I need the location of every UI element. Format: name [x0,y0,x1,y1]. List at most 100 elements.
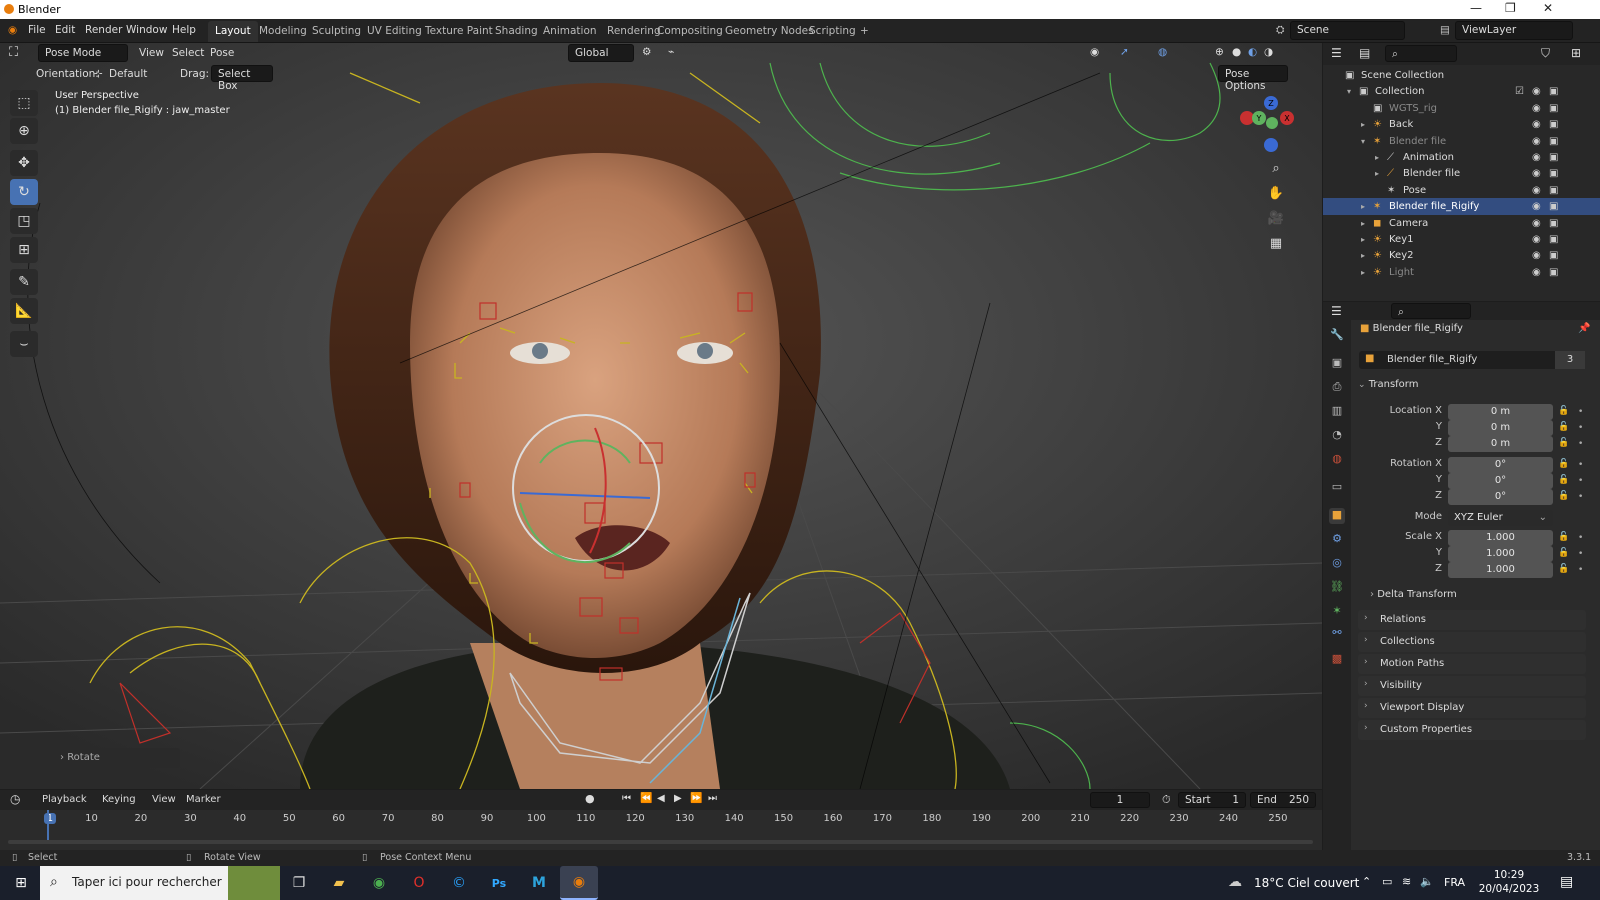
battery-icon[interactable]: ▭ [1382,875,1392,888]
visibility-eye-icon[interactable]: ◉ [1532,185,1541,196]
expand-right-icon[interactable]: ▸ [1361,251,1365,260]
scene-tab-icon[interactable]: ◔ [1329,428,1345,444]
scale-z-field[interactable]: 1.000 [1448,562,1553,578]
lock-icon[interactable]: 🔓 [1558,459,1569,469]
outliner-item-scene-collection[interactable]: ▣ Scene Collection [1323,67,1600,84]
constraint-tab-icon[interactable]: ⛓ [1329,580,1345,596]
render-camera-icon[interactable]: ▣ [1549,234,1558,245]
object-tab-icon[interactable]: ■ [1329,508,1345,524]
preview-range-icon[interactable]: ⏱ [1162,793,1171,807]
menu-help[interactable]: Help [172,24,196,36]
gizmo-toggle-icon[interactable]: ➚ [1120,46,1129,58]
location-x-field[interactable]: 0 m [1448,404,1553,420]
render-camera-icon[interactable]: ▣ [1549,267,1558,278]
workspace-tab-layout[interactable]: Layout [208,21,258,42]
last-operation-panel[interactable]: › Rotate [52,748,180,768]
playhead-line[interactable] [47,810,49,844]
panel-motion-paths[interactable]: › Motion Paths [1358,654,1586,674]
outliner-editor-icon[interactable]: ☰ [1331,46,1342,60]
material-shading-icon[interactable]: ◐ [1248,46,1257,58]
bone-tab-icon[interactable]: ⚯ [1329,626,1345,642]
tool-tab-icon[interactable]: 🔧 [1329,328,1345,344]
expand-right-icon[interactable]: ▸ [1361,235,1365,244]
scene-selector[interactable]: Scene [1290,21,1405,40]
visibility-eye-icon[interactable]: ◉ [1532,86,1541,97]
pivot-icon[interactable]: ⚙ [642,46,651,58]
blender-menu-icon[interactable]: ◉ [8,24,17,36]
pose-options-dropdown[interactable]: Pose Options [1218,65,1288,92]
properties-search-input[interactable]: ⌕ [1391,303,1471,319]
play-reverse-icon[interactable]: ◀ [657,793,665,804]
wireframe-shading-icon[interactable]: ⊕ [1215,46,1224,58]
exclude-checkbox-icon[interactable]: ☑ [1515,86,1524,97]
lock-icon[interactable]: 🔓 [1558,475,1569,485]
network-icon[interactable]: ≋ [1402,875,1411,888]
output-tab-icon[interactable]: ⎙ [1329,380,1345,396]
add-workspace-button[interactable]: + [853,21,876,42]
outliner-search-input[interactable]: ⌕ [1385,45,1457,62]
photoshop-icon[interactable]: Ps [486,871,512,895]
filter-icon[interactable]: ⛉ [1541,46,1550,61]
editor-type-icon[interactable]: ⛶ [9,45,18,60]
tray-chevron-icon[interactable]: ⌃ [1362,875,1371,888]
file-explorer-icon[interactable]: ▰ [326,871,352,895]
windows-start-icon[interactable]: ⊞ [8,871,34,895]
menu-window[interactable]: Window [126,24,167,36]
render-camera-icon[interactable]: ▣ [1549,201,1558,212]
menu-view[interactable]: View [152,794,176,805]
panel-custom-properties[interactable]: › Custom Properties [1358,720,1586,740]
language-indicator[interactable]: FRA [1444,876,1465,889]
panel-relations[interactable]: › Relations [1358,610,1586,630]
menu-edit[interactable]: Edit [55,24,75,36]
keyframe-dot-icon[interactable]: • [1578,423,1583,433]
location-y-field[interactable]: 0 m [1448,420,1553,436]
expand-right-icon[interactable]: ▸ [1361,120,1365,129]
close-icon[interactable]: ✕ [1543,1,1553,15]
lock-icon[interactable]: 🔓 [1558,548,1569,558]
outliner-item-blender-file[interactable]: ▸ ⟋ Blender file ◉ ▣ [1323,165,1600,182]
3d-viewport[interactable]: ⛶ Pose Mode View Select Pose Global ⚙ ⌁ … [0,43,1322,789]
viewlayer-icon[interactable]: ▤ [1440,24,1450,36]
visibility-eye-icon[interactable]: ◉ [1532,201,1541,212]
menu-pose[interactable]: Pose [210,47,234,59]
chrome-icon[interactable]: ◉ [366,871,392,895]
rotate-icon[interactable]: ↻ [10,179,38,205]
user-count-badge[interactable]: 3 [1555,351,1585,369]
expand-right-icon[interactable]: ▸ [1361,268,1365,277]
minimize-icon[interactable]: — [1470,1,1482,15]
rotation-x-field[interactable]: 0° [1448,457,1553,473]
record-icon[interactable]: ● [585,792,595,805]
visibility-eye-icon[interactable]: ◉ [1532,152,1541,163]
new-collection-icon[interactable]: ⊞ [1571,46,1581,60]
lock-icon[interactable]: 🔓 [1558,406,1569,416]
expand-right-icon[interactable]: ▸ [1375,153,1379,162]
menu-render[interactable]: Render [85,24,122,36]
next-keyframe-icon[interactable]: ⏩ [690,793,702,804]
menu-keying[interactable]: Keying [102,794,136,805]
timeline-scrollbar[interactable] [8,840,1313,844]
keyframe-dot-icon[interactable]: • [1578,565,1583,575]
rotation-z-field[interactable]: 0° [1448,489,1553,505]
keyframe-dot-icon[interactable]: • [1578,549,1583,559]
texture-tab-icon[interactable]: ▩ [1329,652,1345,668]
play-icon[interactable]: ▶ [674,793,682,804]
visibility-eye-icon[interactable]: ◉ [1532,250,1541,261]
gizmo-z-axis[interactable]: Z [1264,96,1278,110]
delta-transform-subpanel[interactable]: › Delta Transform [1370,589,1457,600]
annotate-icon[interactable]: ✎ [10,269,38,295]
render-camera-icon[interactable]: ▣ [1549,86,1558,97]
expand-down-icon[interactable]: ▾ [1361,137,1365,146]
render-camera-icon[interactable]: ▣ [1549,152,1558,163]
lock-icon[interactable]: 🔓 [1558,422,1569,432]
outliner-item-key2[interactable]: ▸ ☀ Key2 ◉ ▣ [1323,247,1600,264]
collection-tab-icon[interactable]: ▭ [1329,480,1345,496]
rotation-y-field[interactable]: 0° [1448,473,1553,489]
keyframe-dot-icon[interactable]: • [1578,476,1583,486]
location-z-field[interactable]: 0 m [1448,436,1553,452]
outliner-item-key1[interactable]: ▸ ☀ Key1 ◉ ▣ [1323,231,1600,248]
outliner-item-wgts-rig[interactable]: ▣ WGTS_rig ◉ ▣ [1323,100,1600,117]
outliner-item-light[interactable]: ▸ ☀ Light ◉ ▣ [1323,264,1600,281]
visibility-eye-icon[interactable]: ◉ [1532,168,1541,179]
visibility-eye-icon[interactable]: ◉ [1532,218,1541,229]
visibility-eye-icon[interactable]: ◉ [1532,234,1541,245]
